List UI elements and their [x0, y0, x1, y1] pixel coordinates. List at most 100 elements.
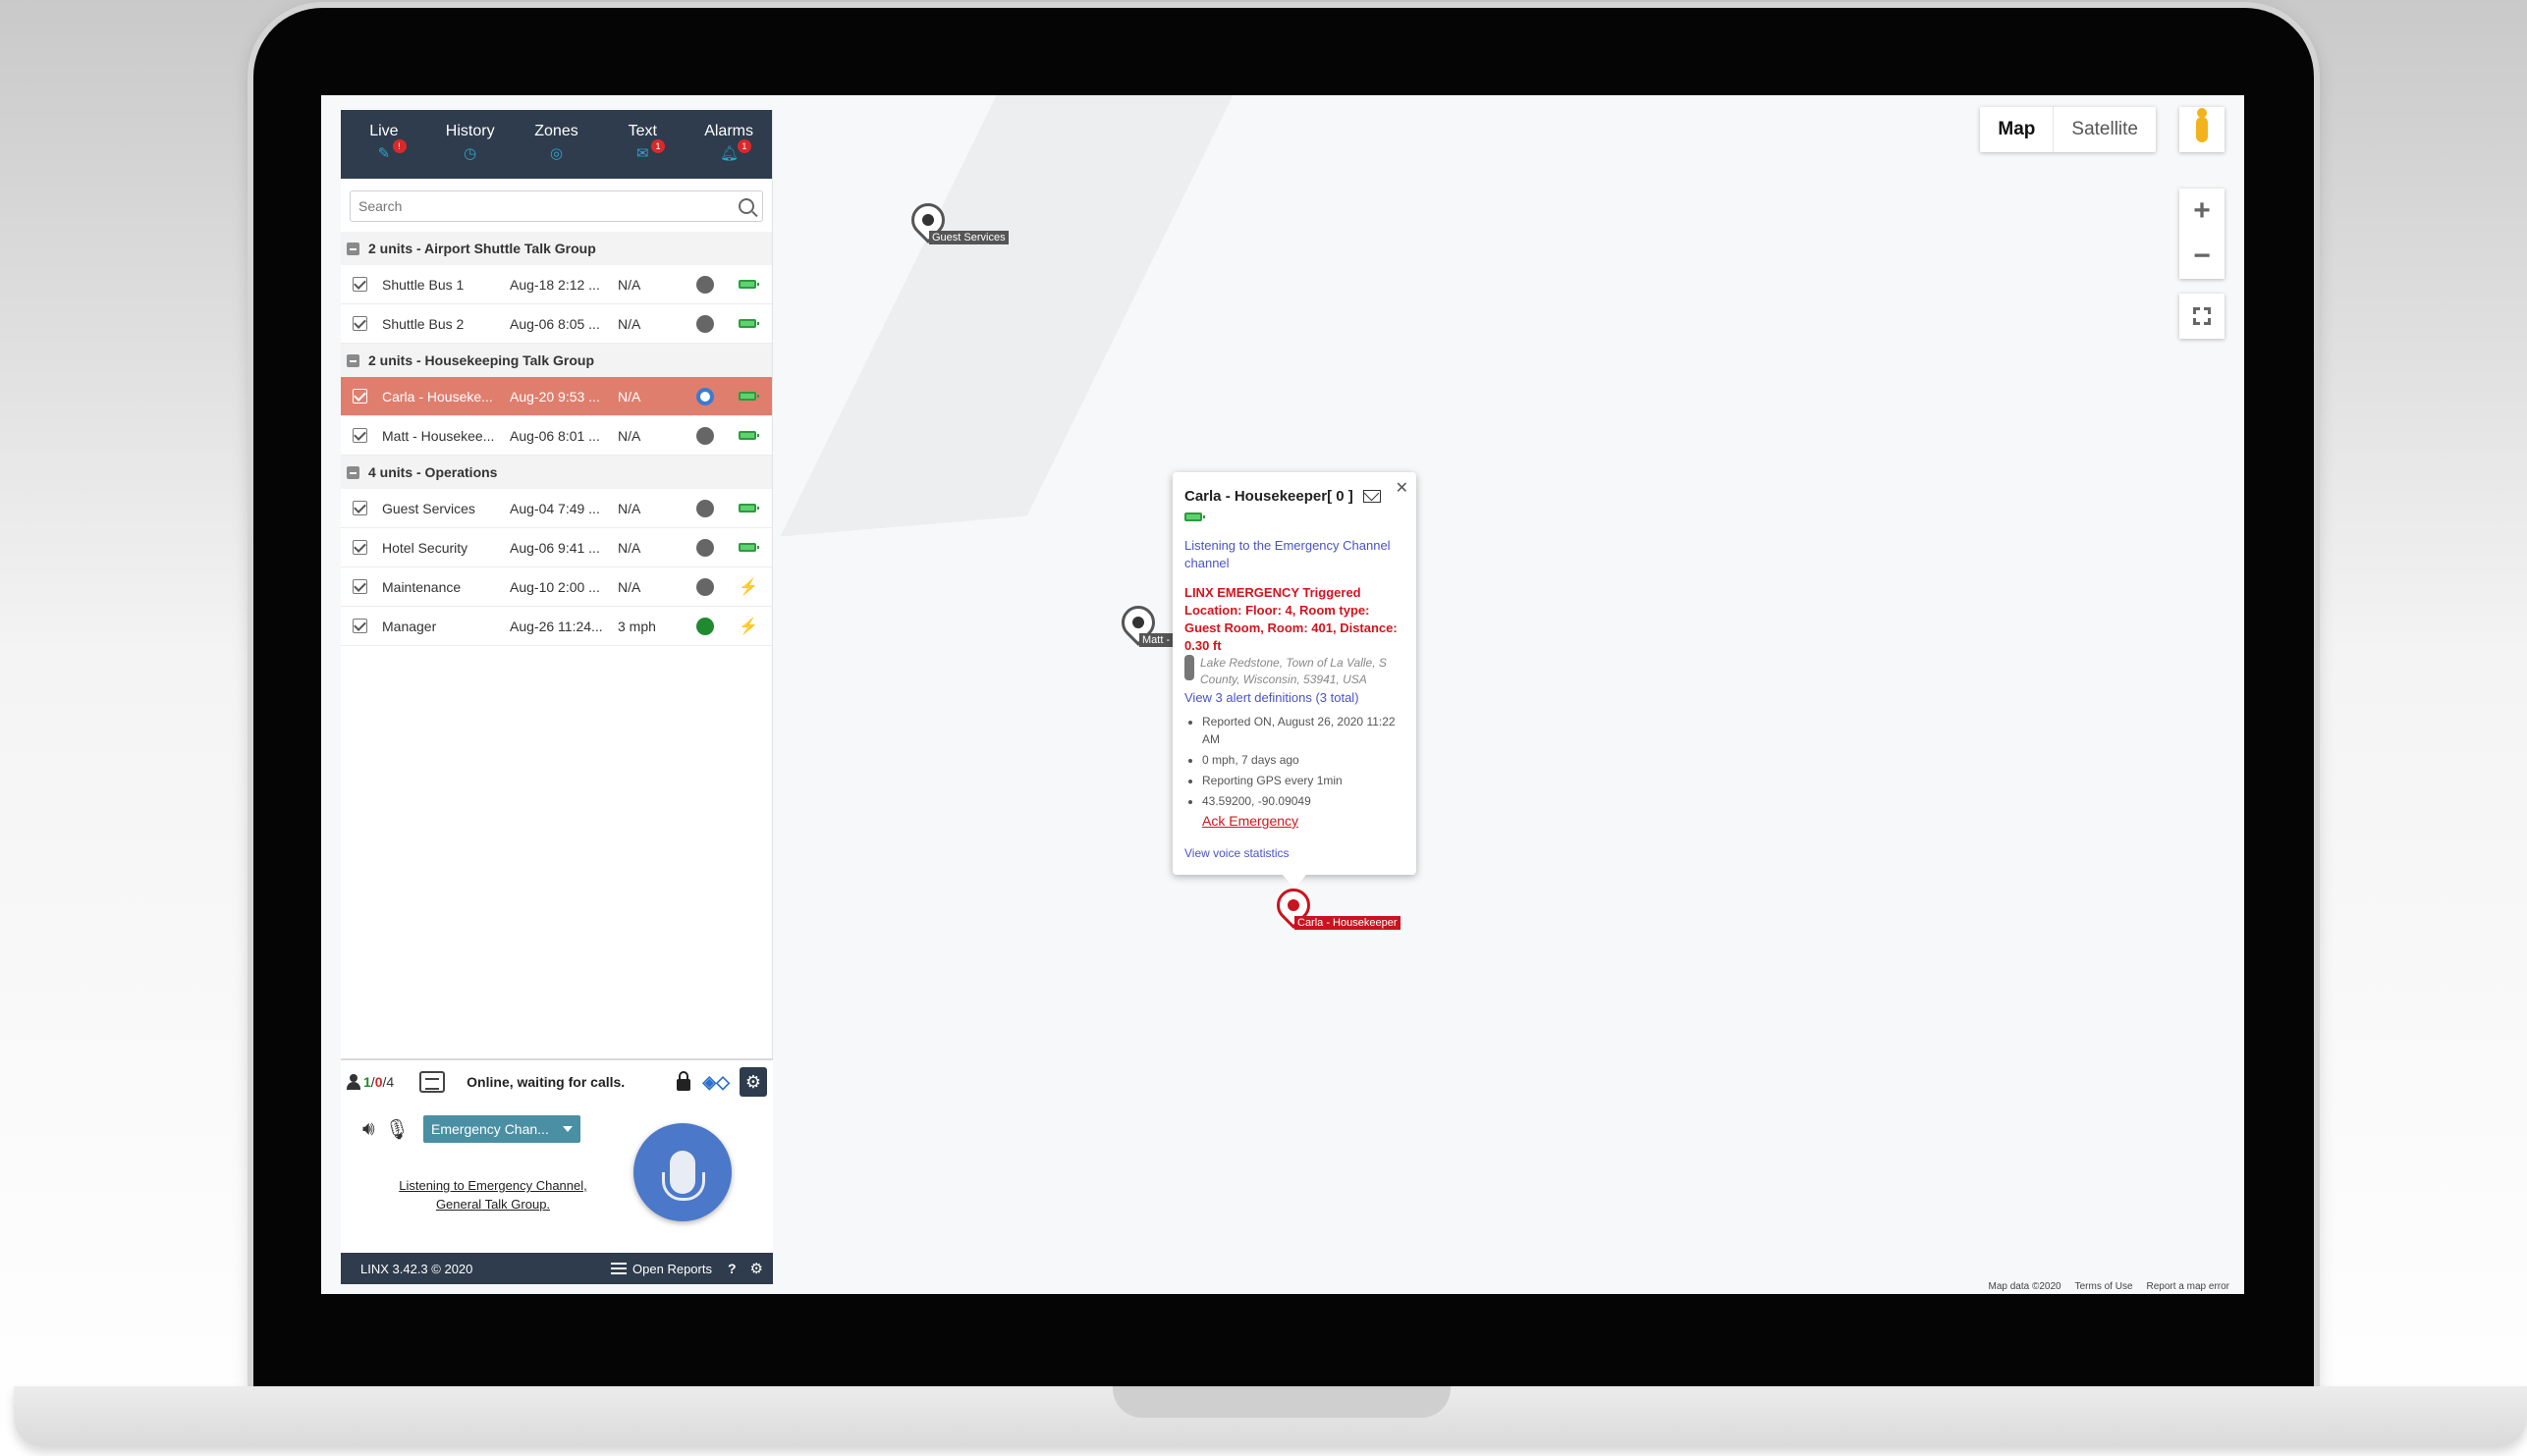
cogs-icon[interactable]: ⚙: [750, 1260, 763, 1277]
lock-icon[interactable]: [677, 1071, 691, 1091]
unit-row[interactable]: Shuttle Bus 1 Aug-18 2:12 ... N/A: [341, 265, 772, 304]
unit-checkbox[interactable]: [353, 501, 367, 515]
app-screen: Live ✎ ! History ◷ Zones ◎ Text ✉ 1 Alar…: [321, 95, 2244, 1294]
status-dot: [696, 387, 714, 405]
map-type-map[interactable]: Map: [1980, 107, 2055, 152]
battery-icon: [739, 431, 759, 440]
unit-row[interactable]: Guest Services Aug-04 7:49 ... N/A: [341, 489, 772, 528]
microphone-icon[interactable]: 🎙︎: [385, 1117, 410, 1142]
pegman-icon: [2196, 108, 2208, 142]
collapse-icon[interactable]: [347, 465, 359, 479]
unit-checkbox[interactable]: [353, 428, 367, 443]
settings-button[interactable]: ⚙: [740, 1067, 767, 1097]
group-header[interactable]: 2 units - Airport Shuttle Talk Group: [341, 232, 772, 265]
unit-checkbox[interactable]: [353, 316, 367, 331]
bell-icon: 🔔︎: [720, 145, 740, 162]
unit-row[interactable]: Manager Aug-26 11:24... 3 mph ⚡: [341, 607, 772, 646]
tab-alarms[interactable]: Alarms 🔔︎ 1: [686, 110, 772, 179]
status-dot: [696, 499, 714, 517]
group-title: 2 units - Housekeeping Talk Group: [368, 352, 594, 368]
tab-badge: 1: [737, 139, 751, 153]
person-figure-icon: [1184, 655, 1194, 680]
unit-speed: N/A: [618, 500, 641, 516]
marker-carla[interactable]: Carla - Housekeeper: [1269, 881, 1401, 930]
unit-checkbox[interactable]: [353, 579, 367, 594]
unit-checkbox[interactable]: [353, 277, 367, 292]
popup-details: Reported ON, August 26, 2020 11:22 AM 0 …: [1184, 713, 1404, 810]
unit-speed: N/A: [618, 539, 641, 556]
listening-link[interactable]: Listening to Emergency Channel, General …: [370, 1176, 616, 1213]
push-to-talk-button[interactable]: [633, 1123, 732, 1221]
unit-time: Aug-26 11:24...: [510, 618, 603, 634]
battery-icon: [739, 392, 759, 401]
fullscreen-button[interactable]: [2179, 294, 2225, 339]
status-dot: [696, 577, 714, 596]
unit-speed: N/A: [618, 578, 641, 595]
tab-bar: Live ✎ ! History ◷ Zones ◎ Text ✉ 1 Alar…: [341, 110, 772, 179]
zoom-in-button[interactable]: +: [2179, 189, 2225, 234]
collapse-icon[interactable]: [347, 242, 359, 255]
unit-row[interactable]: Hotel Security Aug-06 9:41 ... N/A: [341, 528, 772, 567]
caret-down-icon: [563, 1126, 573, 1132]
marker-matt[interactable]: Matt - Housekeeper: [1114, 598, 1240, 647]
group-header[interactable]: 4 units - Operations: [341, 456, 772, 489]
report-error-link[interactable]: Report a map error: [2147, 1281, 2229, 1292]
ack-emergency-link[interactable]: Ack Emergency: [1202, 813, 1404, 829]
battery-icon: [739, 319, 759, 328]
popup-title-row: Carla - Housekeeper[ 0 ]: [1184, 488, 1404, 505]
popup-alert-location: Location: Floor: 4, Room type: Guest Roo…: [1184, 603, 1398, 653]
alert-definitions-link[interactable]: View 3 alert definitions (3 total): [1184, 690, 1404, 705]
list-icon[interactable]: [419, 1071, 446, 1093]
unit-name: Manager: [382, 618, 437, 634]
unit-checkbox[interactable]: [353, 389, 367, 404]
street-view-button[interactable]: [2179, 107, 2225, 152]
marker-label: Carla - Housekeeper: [1294, 916, 1401, 930]
group-header[interactable]: 2 units - Housekeeping Talk Group: [341, 344, 772, 377]
tab-zones[interactable]: Zones ◎: [514, 110, 600, 179]
envelope-icon[interactable]: [1362, 490, 1381, 503]
popup-channel-link[interactable]: Listening to the Emergency Channel chann…: [1184, 537, 1404, 572]
clock-icon: ◷: [464, 145, 477, 162]
unit-row[interactable]: Matt - Housekee... Aug-06 8:01 ... N/A: [341, 416, 772, 456]
collapse-icon[interactable]: [347, 353, 359, 367]
battery-icon: [1184, 512, 1205, 521]
unit-row-emergency[interactable]: Carla - Houseke... Aug-20 9:53 ... N/A: [341, 377, 772, 416]
map-type-satellite[interactable]: Satellite: [2054, 107, 2156, 152]
unit-speed: N/A: [618, 276, 641, 293]
open-reports-button[interactable]: Open Reports: [611, 1262, 712, 1276]
terms-link[interactable]: Terms of Use: [2075, 1281, 2133, 1292]
tab-live[interactable]: Live ✎ !: [341, 110, 427, 179]
popup-alert-title: LINX EMERGENCY Triggered: [1184, 585, 1361, 600]
help-icon[interactable]: ?: [728, 1261, 737, 1276]
map-canvas[interactable]: Map Satellite + − Guest Services Matt - …: [773, 95, 2244, 1294]
group-title: 2 units - Airport Shuttle Talk Group: [368, 241, 596, 256]
listening-line: Listening to Emergency Channel,: [399, 1178, 587, 1193]
unit-checkbox[interactable]: [353, 540, 367, 555]
address-text: Lake Redstone, Town of La Valle, S Count…: [1200, 656, 1387, 686]
status-dot: [696, 275, 714, 294]
map-data-text: Map data ©2020: [1988, 1281, 2061, 1292]
unit-row[interactable]: Maintenance Aug-10 2:00 ... N/A ⚡: [341, 567, 772, 607]
detail-item: 43.59200, -90.09049: [1202, 792, 1404, 810]
tab-text[interactable]: Text ✉ 1: [599, 110, 686, 179]
network-icon[interactable]: ◈◇: [702, 1072, 730, 1093]
zoom-out-button[interactable]: −: [2179, 234, 2225, 279]
voice-statistics-link[interactable]: View voice statistics: [1184, 846, 1404, 860]
footer-bar: LINX 3.42.3 © 2020 Open Reports ? ⚙: [341, 1253, 773, 1284]
tab-history[interactable]: History ◷: [427, 110, 514, 179]
channel-select[interactable]: Emergency Chan...: [423, 1115, 580, 1143]
speaker-icon[interactable]: 🔊︎: [362, 1118, 375, 1141]
pencil-icon: ✎: [377, 145, 391, 162]
detail-item: Reported ON, August 26, 2020 11:22 AM: [1202, 713, 1404, 748]
marker-guest-services[interactable]: Guest Services: [904, 195, 1009, 244]
close-icon[interactable]: ✕: [1396, 478, 1408, 498]
unit-name: Shuttle Bus 2: [382, 315, 465, 332]
unit-checkbox[interactable]: [353, 619, 367, 633]
laptop-notch: [1113, 1386, 1451, 1418]
unit-row[interactable]: Shuttle Bus 2 Aug-06 8:05 ... N/A: [341, 304, 772, 344]
microphone-icon: [662, 1151, 705, 1201]
search-icon[interactable]: [739, 198, 754, 214]
search-input[interactable]: [358, 198, 739, 214]
unit-speed: 3 mph: [618, 618, 656, 634]
unit-time: Aug-06 8:05 ...: [510, 315, 600, 332]
